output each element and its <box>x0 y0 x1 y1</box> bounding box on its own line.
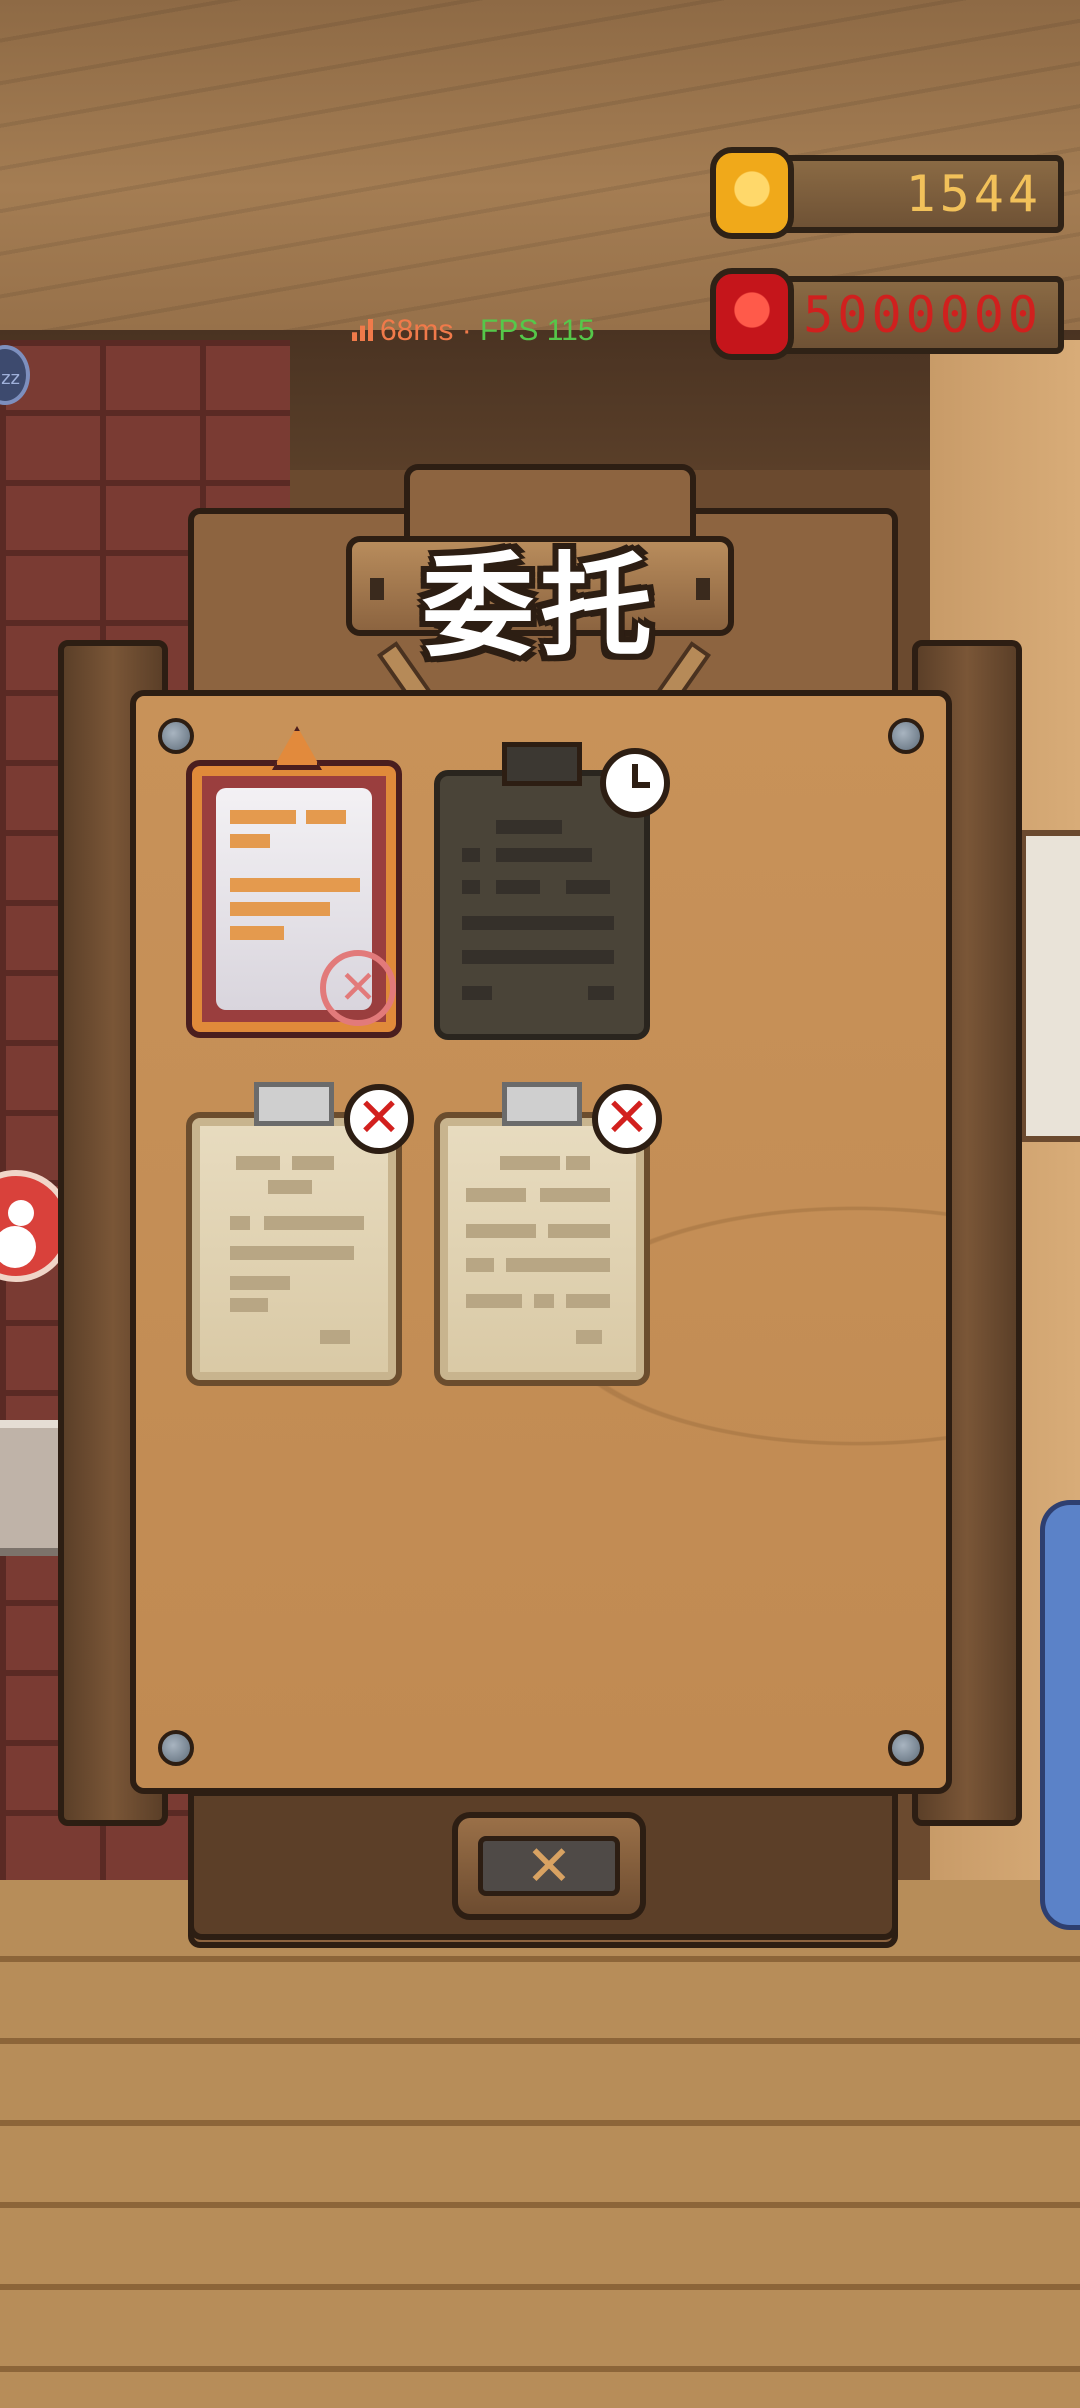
quest-paper: ✕ <box>216 788 396 1026</box>
declined-x-icon[interactable]: ✕ <box>592 1084 662 1154</box>
quest-card-locked[interactable] <box>434 742 670 1040</box>
latency-value: 68ms <box>380 314 454 347</box>
red-gem-icon <box>710 268 794 360</box>
clock-icon <box>600 748 670 818</box>
gold-coin-icon <box>710 147 794 239</box>
signal-bars-icon <box>352 319 374 341</box>
close-x-icon: ✕ <box>478 1836 620 1896</box>
rivet-icon <box>158 1730 194 1766</box>
rivet-icon <box>888 718 924 754</box>
rivet-icon <box>158 718 194 754</box>
gem-counter: 5000000 <box>710 268 1064 360</box>
clipboard-clip <box>502 1082 582 1126</box>
fps-value: FPS 115 <box>480 314 595 347</box>
clipboard-clip <box>502 742 582 786</box>
close-button[interactable]: ✕ <box>452 1812 646 1920</box>
quest-card-active[interactable]: ✕ <box>186 726 402 1038</box>
rivet-icon <box>888 1730 924 1766</box>
wall-poster <box>1020 830 1080 1142</box>
board-title: 委托 <box>422 542 658 672</box>
clipboard-clip <box>254 1082 334 1126</box>
gem-value: 5000000 <box>803 286 1042 344</box>
title-sign: 委托 <box>346 536 734 672</box>
coin-counter: 1544 <box>710 147 1064 239</box>
declined-x-icon[interactable]: ✕ <box>344 1084 414 1154</box>
blue-character <box>1040 1500 1080 1930</box>
stamp-icon: ✕ <box>320 950 396 1026</box>
quest-card-declined[interactable]: ✕ <box>434 1082 662 1386</box>
quest-card-declined[interactable]: ✕ <box>186 1082 414 1386</box>
performance-overlay: 68ms · FPS 115 <box>352 314 595 348</box>
coin-value: 1544 <box>905 165 1042 223</box>
wooden-floor <box>0 1880 1080 2408</box>
perf-separator: · <box>461 314 472 347</box>
